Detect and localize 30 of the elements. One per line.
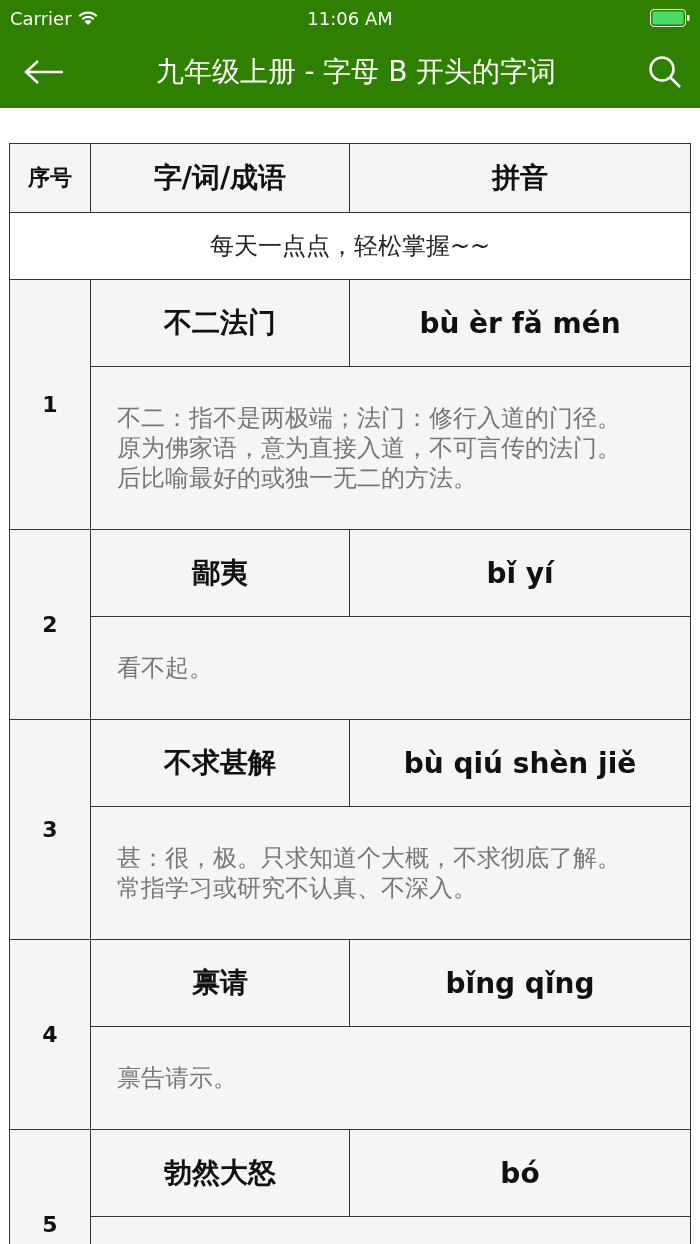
index-cell: 3 — [9, 719, 91, 940]
pinyin-cell: bǐng qǐng — [349, 939, 691, 1027]
word-cell: 不求甚解 — [90, 719, 350, 807]
word-cell: 勃然大怒 — [90, 1129, 350, 1217]
status-time: 11:06 AM — [307, 7, 393, 29]
word-cell: 不二法门 — [90, 279, 350, 367]
index-cell: 1 — [9, 279, 91, 530]
definition-cell: 不二：指不是两极端；法门：修行入道的门径。原为佛家语，意为直接入道，不可言传的法门。后比喻最好的或独一无二的方法。 — [90, 366, 691, 530]
back-arrow-icon[interactable] — [24, 59, 64, 85]
word-cell: 禀请 — [90, 939, 350, 1027]
search-icon[interactable] — [648, 55, 682, 89]
word-cell: 鄙夷 — [90, 529, 350, 617]
battery-icon — [650, 9, 690, 27]
pinyin-cell: bù qiú shèn jiě — [349, 719, 691, 807]
nav-title: 九年级上册 - 字母 B 开头的字词 — [155, 54, 557, 90]
column-header: 序号 — [9, 143, 91, 213]
carrier-label: Carrier — [10, 7, 72, 29]
pinyin-cell: bù èr fǎ mén — [349, 279, 691, 367]
wifi-icon — [77, 10, 98, 26]
definition-cell: 甚：很，极。只求知道个大概，不求彻底了解。常指学习或研究不认真、不深入。 — [90, 806, 691, 940]
definition-cell: 禀告请示。 — [90, 1026, 691, 1130]
banner-text: 每天一点点，轻松掌握~~ — [9, 212, 691, 280]
pinyin-cell: bó — [349, 1129, 691, 1217]
index-cell: 2 — [9, 529, 91, 720]
pinyin-cell: bǐ yí — [349, 529, 691, 617]
index-cell: 5 — [9, 1129, 91, 1244]
column-header: 字/词/成语 — [90, 143, 350, 213]
column-header: 拼音 — [349, 143, 691, 213]
index-cell: 4 — [9, 939, 91, 1130]
definition-cell: 看不起。 — [90, 616, 691, 720]
